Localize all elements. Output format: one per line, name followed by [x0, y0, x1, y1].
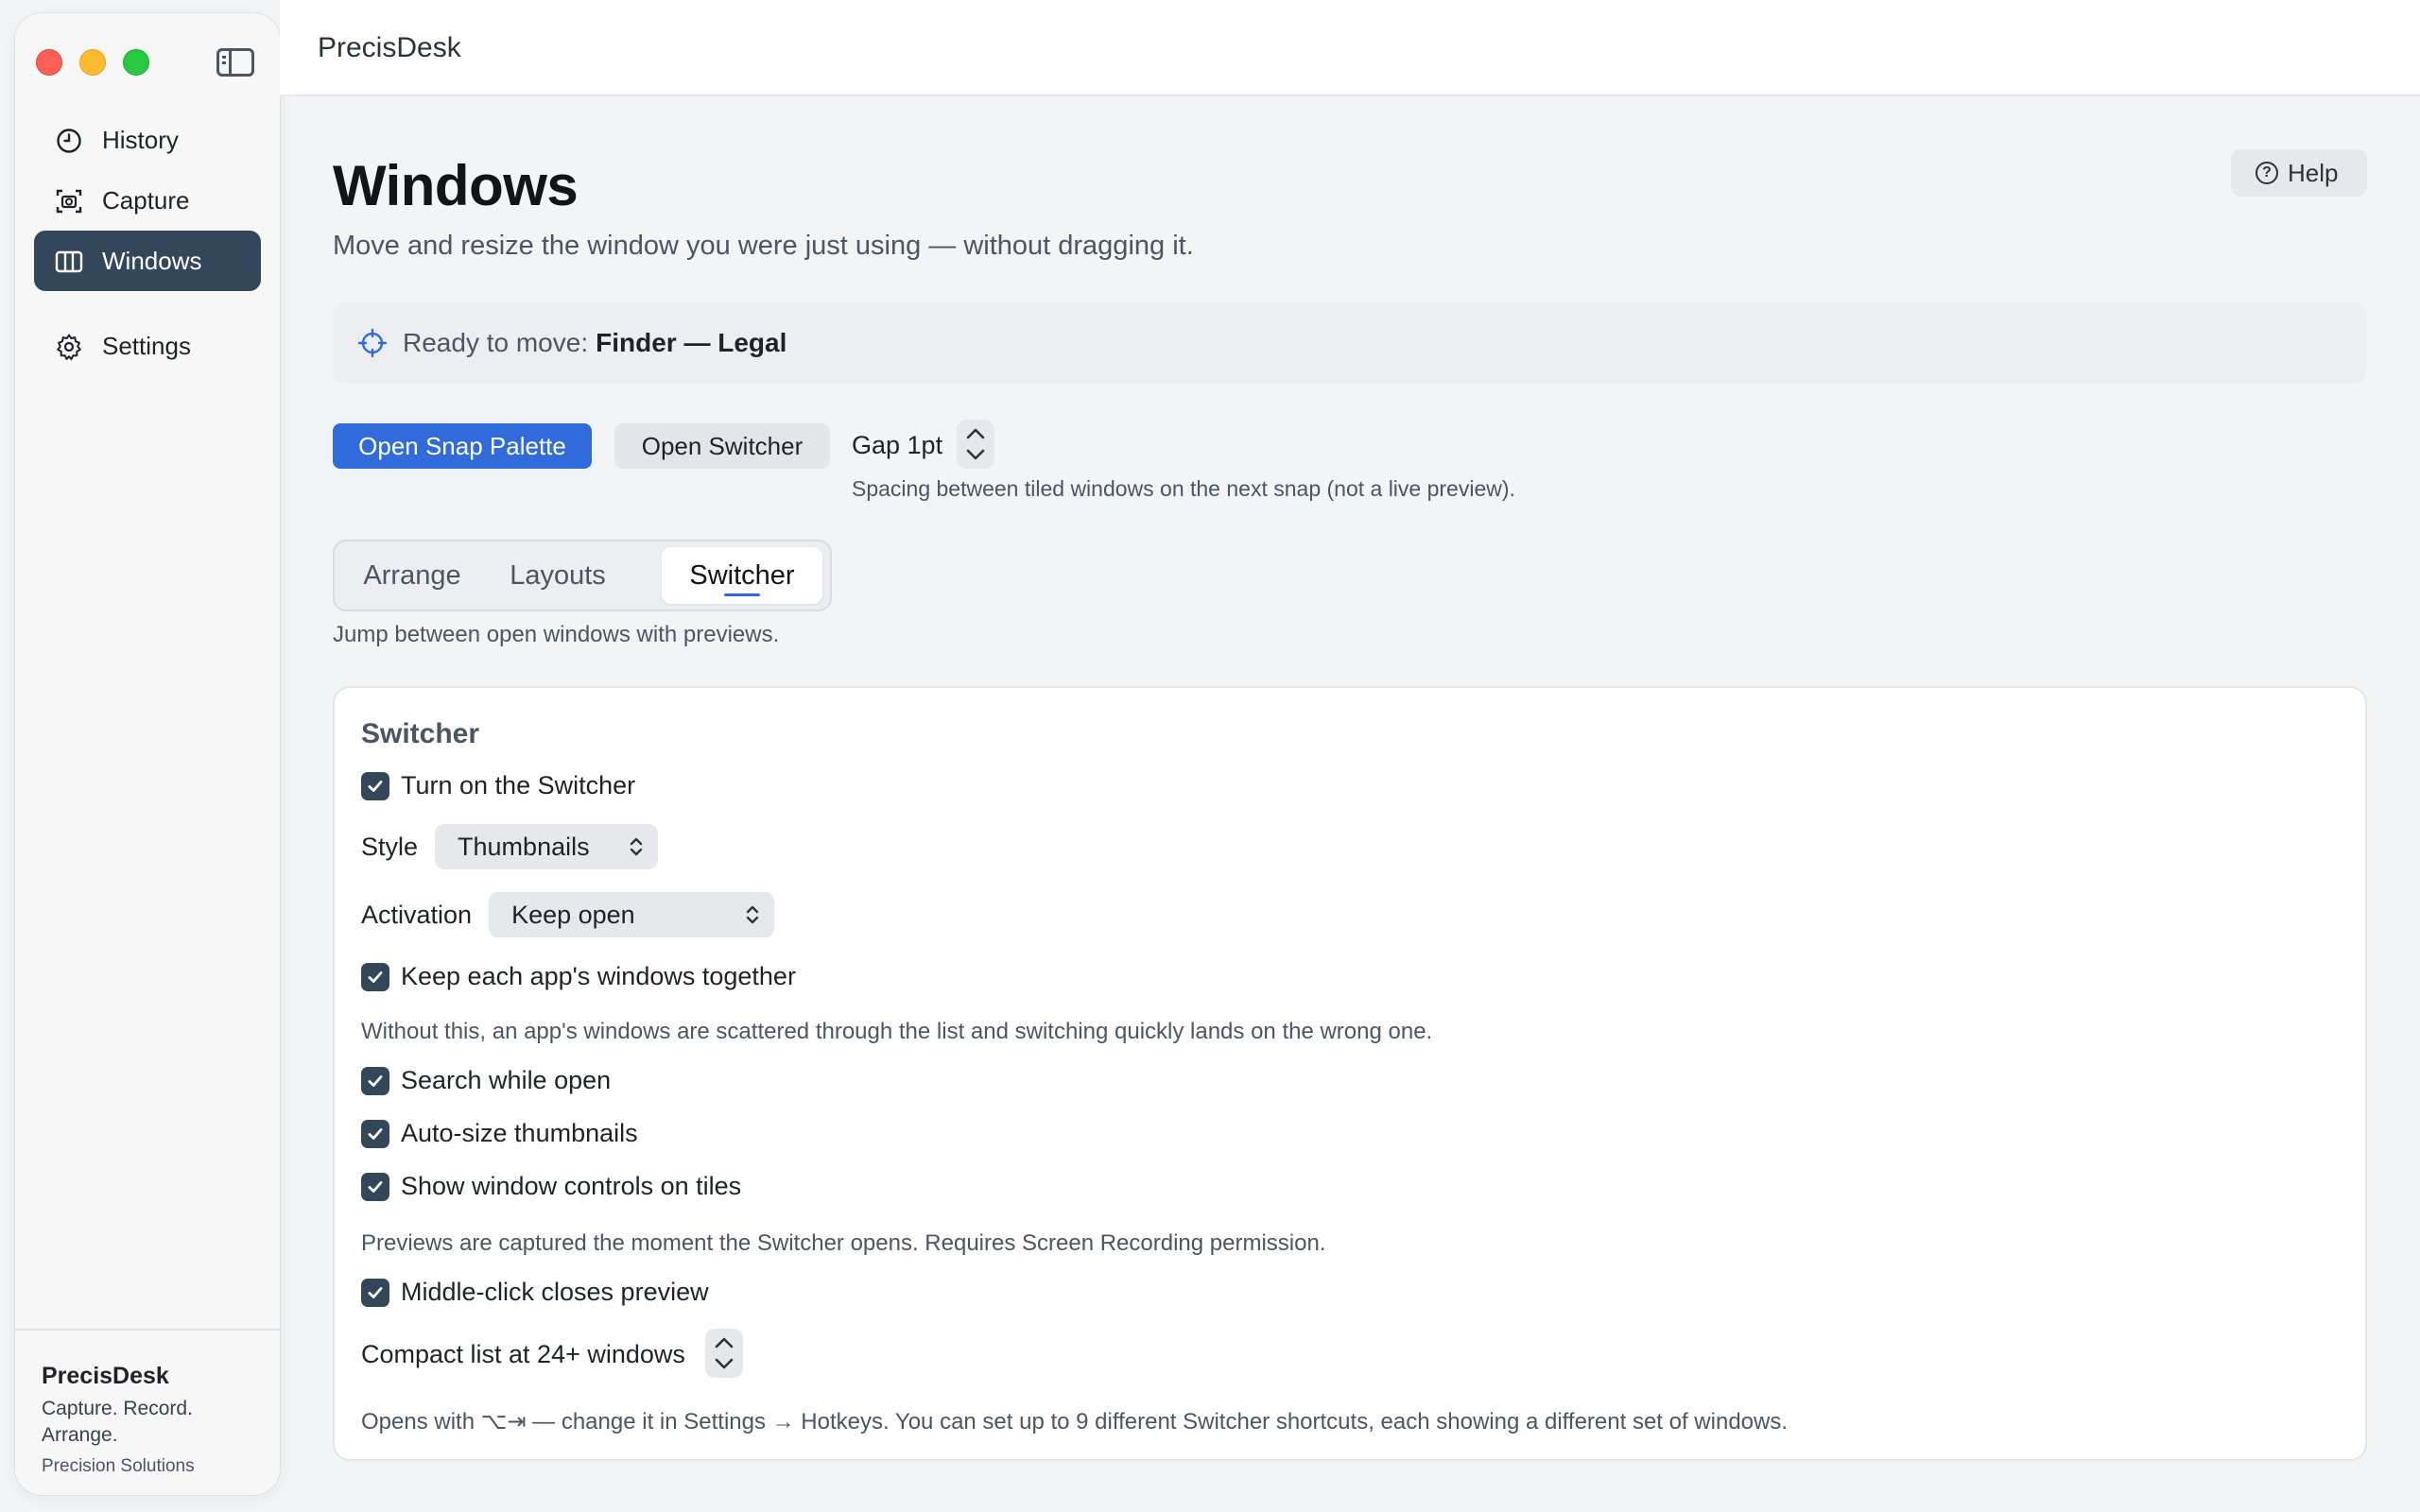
- clock-icon: [57, 129, 81, 153]
- mode-segmented-control: Arrange Layouts Switcher: [333, 540, 832, 611]
- tab-switcher[interactable]: Switcher: [662, 547, 822, 604]
- compact-list-label: Compact list at 24+ windows: [361, 1340, 685, 1368]
- activation-label: Activation: [361, 900, 473, 929]
- activation-row: Activation Keep open: [361, 892, 775, 937]
- page-title: Windows: [333, 154, 579, 217]
- footer-brand: PrecisDesk: [42, 1363, 169, 1389]
- titlebar: PrecisDesk: [280, 0, 2420, 96]
- page-subtitle: Move and resize the window you were just…: [333, 231, 1194, 261]
- chevron-updown-icon: [746, 905, 759, 924]
- help-button[interactable]: ? Help: [2231, 149, 2367, 197]
- show-controls-row[interactable]: Show window controls on tiles: [361, 1172, 741, 1201]
- sidebar-item-windows[interactable]: Windows: [34, 231, 261, 291]
- checkbox-label: Search while open: [401, 1066, 612, 1094]
- footer-company: Precision Solutions: [42, 1456, 195, 1476]
- gap-hint: Spacing between tiled windows on the nex…: [852, 476, 1515, 501]
- checkbox-checked-icon[interactable]: [361, 1119, 389, 1148]
- gap-stepper[interactable]: [957, 420, 994, 469]
- style-select[interactable]: Thumbnails: [435, 824, 659, 869]
- sidebar-nav: History Capture Windows Settings: [34, 110, 261, 376]
- checkbox-label: Show window controls on tiles: [401, 1172, 742, 1200]
- activation-value: Keep open: [511, 901, 635, 929]
- footer-tagline: Capture. Record. Arrange.: [42, 1398, 193, 1446]
- style-label: Style: [361, 832, 419, 861]
- status-banner: Ready to move: Finder — Legal: [333, 302, 2367, 384]
- stepper-arrows-icon: [966, 428, 985, 460]
- zoom-window-button[interactable]: [123, 49, 149, 76]
- app-window: History Capture Windows Settings PrecisD…: [0, 0, 2420, 1512]
- search-while-open-row[interactable]: Search while open: [361, 1066, 611, 1095]
- tab-arrange[interactable]: Arrange: [346, 547, 478, 604]
- open-snap-palette-button[interactable]: Open Snap Palette: [333, 423, 592, 469]
- checkbox-checked-icon[interactable]: [361, 1066, 389, 1095]
- sidebar-toggle-icon[interactable]: [216, 48, 254, 77]
- middle-click-row[interactable]: Middle-click closes preview: [361, 1278, 709, 1307]
- sidebar-item-capture[interactable]: Capture: [34, 170, 261, 231]
- switcher-settings-card: Switcher Turn on the Switcher Style Thum…: [333, 686, 2367, 1461]
- auto-size-row[interactable]: Auto-size thumbnails: [361, 1119, 638, 1148]
- checkbox-checked-icon[interactable]: [361, 1278, 389, 1307]
- sidebar-footer: PrecisDesk Capture. Record. Arrange. Pre…: [15, 1329, 280, 1495]
- checkbox-checked-icon[interactable]: [361, 962, 389, 991]
- columns-icon: [55, 250, 83, 273]
- checkbox-label: Turn on the Switcher: [401, 771, 636, 799]
- open-switcher-button[interactable]: Open Switcher: [614, 423, 830, 469]
- status-prefix: Ready to move:: [403, 328, 589, 357]
- minimize-window-button[interactable]: [79, 49, 106, 76]
- checkbox-checked-icon[interactable]: [361, 1172, 389, 1201]
- camera-icon: [56, 189, 82, 214]
- gear-icon: [57, 334, 81, 360]
- turn-on-switcher-row[interactable]: Turn on the Switcher: [361, 771, 635, 800]
- previews-hint: Previews are captured the moment the Swi…: [361, 1230, 1326, 1256]
- checkbox-label: Middle-click closes preview: [401, 1278, 709, 1306]
- style-row: Style Thumbnails: [361, 824, 659, 869]
- sidebar-item-label: Windows: [102, 246, 202, 275]
- sidebar: History Capture Windows Settings PrecisD…: [15, 13, 280, 1495]
- sidebar-item-settings[interactable]: Settings: [34, 316, 261, 376]
- help-label: Help: [2288, 158, 2339, 187]
- sidebar-item-label: Settings: [102, 331, 191, 360]
- gap-label: Gap 1pt: [852, 431, 943, 459]
- sidebar-item-history[interactable]: History: [34, 110, 261, 170]
- checkbox-label: Auto-size thumbnails: [401, 1119, 638, 1147]
- compact-list-stepper[interactable]: [705, 1329, 743, 1378]
- checkbox-label: Keep each app's windows together: [401, 962, 796, 990]
- hotkey-hint: Opens with ⌥⇥ — change it in Settings → …: [361, 1409, 1789, 1435]
- tab-description: Jump between open windows with previews.: [333, 622, 780, 647]
- compact-list-row: Compact list at 24+ windows: [361, 1340, 685, 1369]
- sidebar-item-label: Capture: [102, 185, 190, 215]
- keep-together-hint: Without this, an app's windows are scatt…: [361, 1019, 1433, 1044]
- app-title: PrecisDesk: [318, 32, 461, 63]
- card-title: Switcher: [361, 718, 480, 749]
- stepper-arrows-icon: [715, 1337, 734, 1369]
- close-window-button[interactable]: [36, 49, 62, 76]
- activation-select[interactable]: Keep open: [489, 892, 775, 937]
- status-target: Finder — Legal: [596, 328, 787, 357]
- question-icon: ?: [2256, 162, 2278, 184]
- tab-layouts[interactable]: Layouts: [486, 547, 630, 604]
- style-value: Thumbnails: [458, 833, 590, 861]
- keep-together-row[interactable]: Keep each app's windows together: [361, 962, 796, 991]
- sidebar-item-label: History: [102, 125, 179, 154]
- crosshair-icon: [357, 328, 388, 358]
- checkbox-checked-icon[interactable]: [361, 771, 389, 800]
- chevron-updown-icon: [630, 837, 643, 856]
